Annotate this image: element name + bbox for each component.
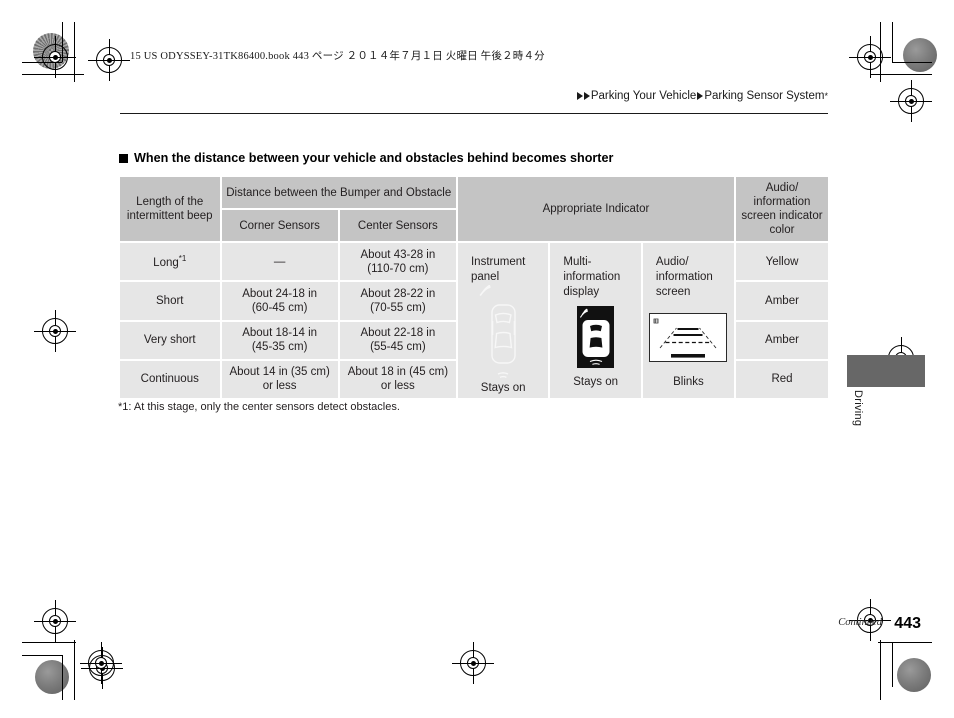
header-appropriate-indicator: Appropriate Indicator: [457, 177, 734, 242]
cell-corner-3-text: About 14 in (35 cm): [229, 366, 330, 379]
indicator-multi-information-display: Multi- information display Stays on: [550, 243, 641, 399]
cell-corner-2-text: About 18-14 in: [242, 327, 318, 340]
cell-beep-length-0-text: Long: [153, 256, 179, 269]
registration-mark-bottom-left: [34, 600, 76, 642]
cell-corner-3: About 14 in (35 cm) or less: [221, 360, 338, 399]
cell-center-1-sub: (70-55 cm): [370, 301, 426, 314]
cell-corner-1-text: About 24-18 in: [242, 287, 318, 300]
registration-mark-top-right-inner: [890, 80, 932, 122]
crop-line-top-left-h: [22, 74, 84, 75]
cell-center-1-text: About 28-22 in: [360, 287, 436, 300]
cell-center-3-sub: or less: [380, 380, 415, 393]
cell-corner-1-sub: (60-45 cm): [251, 301, 308, 314]
cell-beep-length-0: Long*1: [120, 243, 220, 281]
cell-corner-2: About 18-14 in (45-35 cm): [221, 321, 338, 359]
chevron-right-icon-1: [576, 92, 583, 100]
crop-line-top-left-h2: [22, 62, 62, 63]
cell-beep-length-2: Very short: [120, 321, 220, 359]
cell-corner-2-sub: (45-35 cm): [251, 341, 308, 354]
page-number: 443: [894, 615, 921, 632]
crop-line-bottom-left-h: [22, 642, 76, 643]
header-divider: [120, 113, 828, 114]
table-row: Long*1 — About 43-28 in (110-70 cm) Inst…: [120, 243, 828, 399]
registration-blob-top-right: [903, 38, 937, 72]
crop-line-top-right-v2: [892, 22, 893, 62]
crop-line-top-left-v2: [62, 22, 63, 62]
indicator-instrument-panel-label: Instrument panel: [470, 256, 526, 283]
cell-center-0-text: About 43-28 in: [360, 248, 436, 261]
header-center-sensors: Center Sensors: [339, 210, 456, 242]
indicator-multi-information-display-status: Stays on: [573, 376, 618, 389]
crop-line-top-left-v: [74, 22, 75, 82]
cell-color-0: Yellow: [735, 243, 828, 281]
cell-center-2-text: About 22-18 in: [360, 327, 436, 340]
indicator-audio-information-screen-label: Audio/ information screen: [655, 256, 713, 298]
cell-corner-0: —: [221, 243, 338, 281]
cell-color-2: Amber: [735, 321, 828, 359]
breadcrumb-item-parking-sensor-system[interactable]: Parking Sensor System: [704, 90, 824, 102]
cell-color-1: Amber: [735, 282, 828, 320]
car-top-view-faint-icon: [458, 284, 548, 381]
indicator-instrument-panel-status: Stays on: [480, 381, 526, 394]
breadcrumb-asterisk: *: [824, 91, 828, 101]
side-tab-block: [847, 355, 925, 387]
header-corner-sensors: Corner Sensors: [221, 210, 338, 242]
header-beep-length: Length of the intermittent beep: [120, 177, 220, 242]
crop-line-top-right-h: [870, 74, 932, 75]
cell-center-0: About 43-28 in (110-70 cm): [339, 243, 456, 281]
cell-center-1: About 28-22 in (70-55 cm): [339, 282, 456, 320]
breadcrumb: Parking Your Vehicle Parking Sensor Syst…: [576, 90, 828, 102]
crop-line-bottom-right-v: [880, 640, 881, 700]
page-title-text: When the distance between your vehicle a…: [134, 151, 614, 165]
bullet-square-icon: [119, 153, 128, 163]
registration-mark-left-middle: [34, 310, 76, 352]
registration-blob-bottom-left: [35, 660, 69, 694]
chevron-right-icon-2: [583, 92, 590, 100]
breadcrumb-item-parking-your-vehicle[interactable]: Parking Your Vehicle: [591, 90, 697, 102]
indicator-audio-information-screen: Audio/ information screen Blinks: [642, 243, 734, 399]
cell-corner-1: About 24-18 in (60-45 cm): [221, 282, 338, 320]
cell-center-0-sub: (110-70 cm): [367, 262, 429, 275]
cell-beep-length-3: Continuous: [120, 360, 220, 399]
cell-color-3: Red: [735, 360, 828, 399]
header-distance-group: Distance between the Bumper and Obstacle: [221, 177, 456, 209]
crop-line-bottom-right-h: [878, 642, 932, 643]
crop-line-bottom-left-h2: [22, 655, 62, 656]
print-job-header: 15 US ODYSSEY-31TK86400.book 443 ページ ２０１…: [130, 51, 545, 62]
footnote-text: *1: At this stage, only the center senso…: [118, 401, 400, 413]
crop-line-top-right-h2: [892, 62, 932, 63]
rear-camera-guideline-icon: [649, 312, 728, 362]
continued-label: Continued: [838, 617, 882, 628]
registration-mark-top-left: [34, 36, 76, 78]
car-top-view-display-icon: [577, 306, 615, 369]
crop-line-top-right-v: [880, 22, 881, 82]
indicator-multi-information-display-label: Multi- information display: [563, 256, 621, 298]
registration-blob-bottom-right: [897, 658, 931, 692]
cell-beep-length-1: Short: [120, 282, 220, 320]
cell-center-3-text: About 18 in (45 cm): [347, 366, 449, 379]
cell-center-2: About 22-18 in (55-45 cm): [339, 321, 456, 359]
chevron-right-icon-3: [697, 92, 704, 100]
registration-mark-bottom-center: [80, 642, 122, 684]
cell-corner-3-sub: or less: [262, 380, 297, 393]
table-header-row-1: Length of the intermittent beep Distance…: [120, 177, 828, 242]
registration-mark-bottom-right-inner: [452, 642, 494, 684]
header-indicator-color: Audio/ information screen indicator colo…: [735, 177, 828, 242]
cell-center-3: About 18 in (45 cm) or less: [339, 360, 456, 399]
cell-corner-0-text: —: [273, 255, 286, 268]
indicator-instrument-panel: Instrument panel Stays on: [457, 243, 549, 399]
crop-line-bottom-right-v2: [892, 642, 893, 687]
registration-mark-top-left-inner: [88, 39, 130, 81]
crop-line-bottom-left-v2: [62, 655, 63, 700]
page-title: When the distance between your vehicle a…: [119, 151, 613, 165]
parking-sensor-table: Length of the intermittent beep Distance…: [118, 175, 830, 400]
indicator-audio-information-screen-status: Blinks: [673, 376, 704, 389]
footnote-ref-1: *1: [178, 253, 187, 263]
side-tab-label: Driving: [852, 390, 864, 427]
crop-line-bottom-left-v: [74, 640, 75, 700]
cell-center-2-sub: (55-45 cm): [370, 341, 426, 354]
